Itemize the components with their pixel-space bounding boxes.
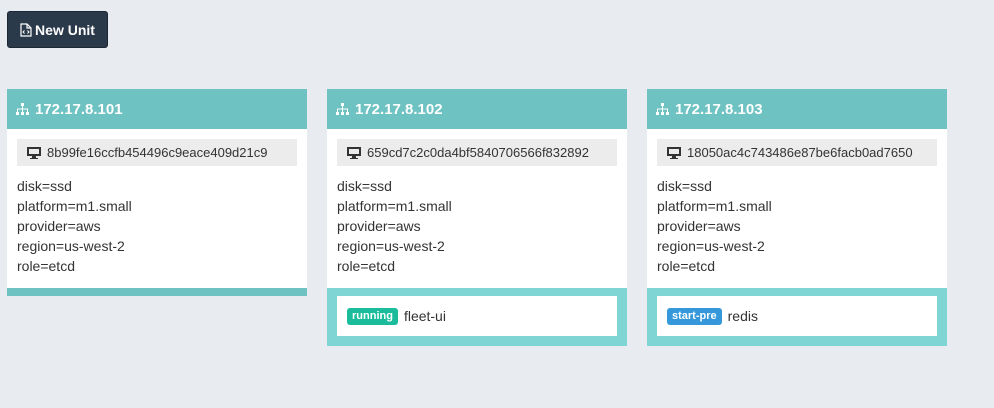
metadata-item: region=us-west-2 (657, 238, 765, 254)
machine-header: 172.17.8.102 (327, 89, 627, 129)
machine-ip: 172.17.8.103 (675, 100, 763, 118)
machine-header: 172.17.8.101 (7, 89, 307, 129)
unit-name: redis (727, 308, 758, 324)
metadata-item: disk=ssd (337, 178, 392, 194)
desktop-icon (27, 146, 41, 159)
file-code-icon (20, 22, 32, 37)
machine-id-text: 8b99fe16ccfb454496c9eace409d21c9 (47, 145, 268, 160)
machine-ip: 172.17.8.101 (35, 100, 123, 118)
machine-header: 172.17.8.103 (647, 89, 947, 129)
new-unit-button[interactable]: New Unit (7, 11, 108, 48)
machine-card: 172.17.8.102 659cd7c2c0da4bf5840706566f8… (327, 89, 627, 346)
desktop-icon (347, 146, 361, 159)
machine-id: 8b99fe16ccfb454496c9eace409d21c9 (17, 139, 297, 166)
metadata-item: role=etcd (17, 258, 75, 274)
unit-status-badge: running (347, 307, 398, 325)
metadata-item: platform=m1.small (17, 198, 132, 214)
metadata-item: region=us-west-2 (17, 238, 125, 254)
machine-id-text: 18050ac4c743486e87be6facb0ad7650 (687, 145, 913, 160)
machine-ip: 172.17.8.102 (355, 100, 443, 118)
machine-card: 172.17.8.103 18050ac4c743486e87be6facb0a… (647, 89, 947, 346)
metadata-item: provider=aws (17, 218, 101, 234)
machine-id: 659cd7c2c0da4bf5840706566f832892 (337, 139, 617, 166)
metadata-item: provider=aws (337, 218, 421, 234)
metadata-item: platform=m1.small (337, 198, 452, 214)
new-unit-label: New Unit (35, 21, 95, 38)
unit-status-badge: start-pre (667, 307, 722, 325)
machine-body: 659cd7c2c0da4bf5840706566f832892 disk=ss… (327, 129, 627, 296)
metadata-item: provider=aws (657, 218, 741, 234)
metadata-item: platform=m1.small (657, 198, 772, 214)
machine-id-text: 659cd7c2c0da4bf5840706566f832892 (367, 145, 589, 160)
desktop-icon (667, 146, 681, 159)
metadata-item: disk=ssd (17, 178, 72, 194)
machine-id: 18050ac4c743486e87be6facb0ad7650 (657, 139, 937, 166)
machine-body: 18050ac4c743486e87be6facb0ad7650 disk=ss… (647, 129, 947, 296)
sitemap-icon (336, 103, 349, 115)
sitemap-icon (16, 103, 29, 115)
machine-body: 8b99fe16ccfb454496c9eace409d21c9 disk=ss… (7, 129, 307, 296)
metadata-item: role=etcd (657, 258, 715, 274)
metadata-item: role=etcd (337, 258, 395, 274)
unit-name: fleet-ui (403, 308, 446, 324)
unit-item[interactable]: running fleet-ui (337, 296, 617, 336)
units-panel: running fleet-ui (327, 288, 627, 346)
metadata-item: disk=ssd (657, 178, 712, 194)
metadata-item: region=us-west-2 (337, 238, 445, 254)
unit-item[interactable]: start-pre redis (657, 296, 937, 336)
sitemap-icon (656, 103, 669, 115)
machine-card: 172.17.8.101 8b99fe16ccfb454496c9eace409… (7, 89, 307, 296)
units-panel: start-pre redis (647, 288, 947, 346)
